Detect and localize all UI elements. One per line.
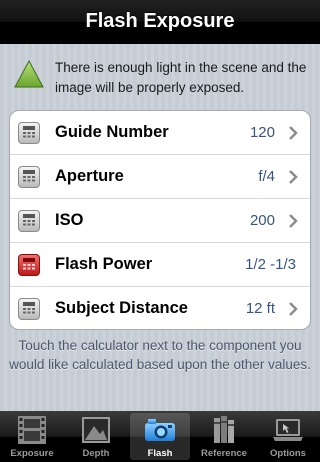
- calculator-icon[interactable]: [18, 166, 40, 188]
- tab-options[interactable]: Options: [256, 411, 320, 462]
- exposure-settings-list: Guide Number 120 Aperture f/4 ISO 200 Fl…: [9, 110, 311, 330]
- page-title: Flash Exposure: [85, 10, 235, 32]
- chevron-right-icon: [289, 170, 298, 184]
- tab-label: Depth: [82, 448, 110, 459]
- calculator-icon[interactable]: [18, 298, 40, 320]
- laptop-icon: [273, 419, 303, 441]
- row-label: Flash Power: [55, 255, 153, 273]
- row-value: 12 ft: [245, 300, 275, 317]
- row-guide-number[interactable]: Guide Number 120: [10, 111, 310, 155]
- status-message: There is enough light in the scene and t…: [55, 60, 307, 95]
- row-iso[interactable]: ISO 200: [10, 199, 310, 243]
- row-value: 120: [249, 124, 275, 141]
- row-value: 1/2 -1/3: [245, 256, 296, 273]
- calculator-icon[interactable]: [18, 122, 40, 144]
- green-triangle-icon: [14, 60, 44, 88]
- tab-exposure[interactable]: Exposure: [0, 411, 64, 462]
- film-icon: [18, 416, 46, 444]
- tab-bar: Exposure Depth Flash Reference Options: [0, 411, 320, 462]
- tab-flash[interactable]: Flash: [128, 411, 192, 462]
- exposure-status: There is enough light in the scene and t…: [12, 56, 312, 100]
- row-label: ISO: [55, 211, 84, 229]
- books-icon: [214, 416, 234, 443]
- row-label: Guide Number: [55, 123, 169, 141]
- tab-label: Flash: [147, 448, 173, 459]
- chevron-right-icon: [289, 302, 298, 316]
- tab-reference[interactable]: Reference: [192, 411, 256, 462]
- tab-depth[interactable]: Depth: [64, 411, 128, 462]
- navigation-bar: Flash Exposure: [0, 0, 320, 44]
- chevron-right-icon: [289, 214, 298, 228]
- row-flash-power[interactable]: Flash Power 1/2 -1/3: [10, 243, 310, 287]
- row-aperture[interactable]: Aperture f/4: [10, 155, 310, 199]
- app-screen: Flash Exposure There is enough light in …: [0, 0, 320, 462]
- row-label: Subject Distance: [55, 299, 188, 317]
- chevron-right-icon: [289, 126, 298, 140]
- row-subject-distance[interactable]: Subject Distance 12 ft: [10, 287, 310, 329]
- tab-label: Reference: [201, 448, 247, 459]
- calculator-icon[interactable]: [18, 254, 40, 276]
- camera-icon: [145, 419, 175, 441]
- tab-label: Exposure: [10, 448, 54, 459]
- landscape-icon: [82, 417, 110, 443]
- row-value: 200: [249, 212, 275, 229]
- row-value: f/4: [258, 168, 275, 185]
- tab-label: Options: [270, 448, 306, 459]
- calculator-icon[interactable]: [18, 210, 40, 232]
- row-label: Aperture: [55, 167, 124, 185]
- instruction-text: Touch the calculator next to the compone…: [9, 338, 311, 372]
